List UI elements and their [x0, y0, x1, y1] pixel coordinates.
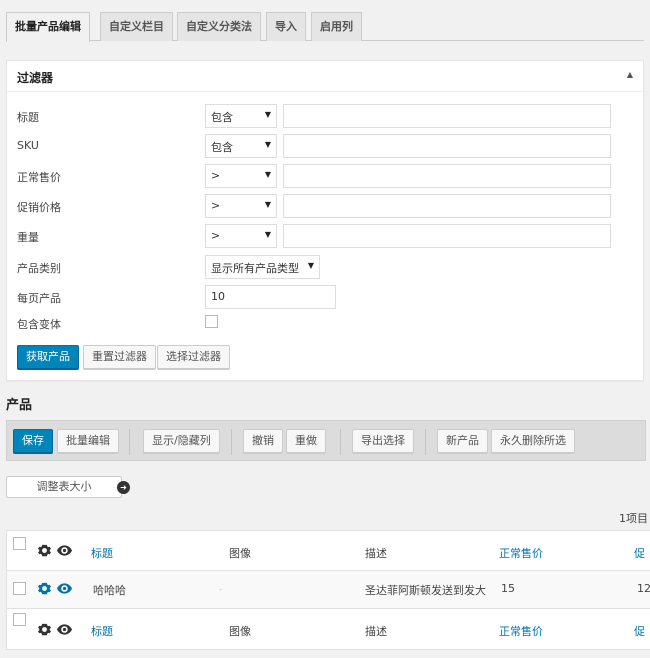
category-select[interactable]: 显示所有产品类型 ▼ — [205, 255, 320, 279]
eye-icon[interactable] — [57, 624, 72, 635]
column-header-description: 描述 — [365, 547, 387, 560]
reset-filters-button[interactable]: 重置过滤器 — [83, 345, 156, 369]
bulk-edit-button[interactable]: 批量编辑 — [57, 429, 119, 453]
eye-icon[interactable] — [57, 545, 72, 556]
products-toolbar: 保存 批量编辑 显示/隐藏列 撤销 重做 导出选择 新产品 永久删除所选 — [6, 420, 646, 461]
column-header-image: 图像 — [229, 547, 251, 560]
collapse-caret-icon[interactable]: ▲ — [627, 70, 633, 79]
column-header-title[interactable]: 标题 — [91, 545, 113, 561]
cell-description[interactable]: 圣达菲阿斯顿发送到发大 — [365, 582, 486, 598]
filter-row-per-page: 每页产品 10 — [17, 285, 637, 309]
resize-table-button[interactable]: 调整表大小 — [6, 476, 122, 498]
filter-value-input[interactable] — [283, 134, 611, 158]
gear-icon[interactable] — [38, 544, 51, 557]
tab-import[interactable]: 导入 — [266, 12, 306, 41]
cell-image[interactable]: - — [219, 585, 222, 594]
undo-button[interactable]: 撤销 — [243, 429, 283, 453]
column-header-image: 图像 — [229, 625, 251, 638]
per-page-input[interactable]: 10 — [205, 285, 336, 309]
filter-row-weight: 重量 > ▼ — [17, 224, 637, 248]
products-title: 产品 — [6, 398, 33, 413]
eye-icon[interactable] — [57, 583, 72, 594]
column-header-sale-price[interactable]: 促 — [634, 623, 645, 639]
tab-bulk-edit[interactable]: 批量产品编辑 — [6, 12, 90, 42]
filter-title: 过滤器 — [17, 71, 54, 85]
filter-operator-select[interactable]: > ▼ — [205, 194, 277, 218]
filter-label: 每页产品 — [17, 292, 61, 305]
column-header-description: 描述 — [365, 625, 387, 638]
export-selection-button[interactable]: 导出选择 — [352, 429, 414, 453]
toolbar-divider — [231, 429, 232, 455]
column-header-regular-price[interactable]: 正常售价 — [499, 623, 543, 639]
tab-custom-fields[interactable]: 自定义栏目 — [100, 12, 173, 41]
cell-sale-price[interactable]: 12 — [637, 582, 650, 595]
filter-row-variants: 包含变体 — [17, 313, 637, 337]
filter-label: 产品类别 — [17, 262, 61, 275]
table-row[interactable]: 哈哈哈 - 圣达菲阿斯顿发送到发大 15 12 — [7, 571, 650, 609]
toolbar-divider — [425, 429, 426, 455]
cell-title[interactable]: 哈哈哈 — [93, 582, 126, 598]
save-button[interactable]: 保存 — [13, 429, 53, 453]
filter-panel-header[interactable]: 过滤器 ▲ — [7, 61, 643, 92]
dropdown-arrow-icon: ▼ — [307, 261, 314, 270]
filter-operator-select[interactable]: > ▼ — [205, 164, 277, 188]
filter-row-title: 标题 包含 ▼ — [17, 104, 637, 128]
filter-label: 包含变体 — [17, 318, 61, 331]
tab-enable-columns[interactable]: 启用列 — [311, 12, 362, 41]
filter-row-sku: SKU 包含 ▼ — [17, 134, 637, 158]
dropdown-arrow-icon: ▼ — [264, 170, 271, 179]
select-all-checkbox[interactable] — [13, 613, 26, 626]
toolbar-divider — [340, 429, 341, 455]
show-hide-columns-button[interactable]: 显示/隐藏列 — [143, 429, 220, 453]
delete-selected-button[interactable]: 永久删除所选 — [491, 429, 575, 453]
dropdown-arrow-icon: ▼ — [264, 140, 271, 149]
filter-row-category: 产品类别 显示所有产品类型 ▼ — [17, 255, 637, 279]
filter-row-sale-price: 促销价格 > ▼ — [17, 194, 637, 218]
cell-regular-price[interactable]: 15 — [501, 582, 515, 595]
filter-label: 标题 — [17, 111, 39, 124]
filter-label: 促销价格 — [17, 201, 61, 214]
filter-value-input[interactable] — [283, 164, 611, 188]
dropdown-arrow-icon: ▼ — [264, 110, 271, 119]
column-header-regular-price[interactable]: 正常售价 — [499, 545, 543, 561]
dropdown-arrow-icon: ▼ — [264, 200, 271, 209]
gear-icon[interactable] — [38, 582, 51, 595]
toolbar-divider — [129, 429, 130, 455]
tab-bar: 批量产品编辑 自定义栏目 自定义分类法 导入 启用列 — [6, 12, 644, 42]
filter-label: 重量 — [17, 231, 39, 244]
column-header-title[interactable]: 标题 — [91, 623, 113, 639]
filter-value-input[interactable] — [283, 224, 611, 248]
arrow-right-circle-icon[interactable]: ➜ — [117, 481, 130, 494]
choose-filters-button[interactable]: 选择过滤器 — [157, 345, 230, 369]
filter-value-input[interactable] — [283, 104, 611, 128]
filter-value-input[interactable] — [283, 194, 611, 218]
item-count: 1项目 — [619, 512, 648, 525]
new-product-button[interactable]: 新产品 — [437, 429, 488, 453]
tab-custom-taxonomy[interactable]: 自定义分类法 — [177, 12, 261, 41]
column-header-sale-price[interactable]: 促 — [634, 545, 645, 561]
products-table: 标题 图像 描述 正常售价 促 哈哈哈 - 圣达菲阿斯顿发送到发大 15 12 … — [6, 530, 650, 650]
filter-row-regular-price: 正常售价 > ▼ — [17, 164, 637, 188]
dropdown-arrow-icon: ▼ — [264, 230, 271, 239]
redo-button[interactable]: 重做 — [286, 429, 326, 453]
include-variants-checkbox[interactable] — [205, 315, 218, 328]
filter-operator-select[interactable]: > ▼ — [205, 224, 277, 248]
filter-operator-select[interactable]: 包含 ▼ — [205, 134, 277, 158]
filter-operator-select[interactable]: 包含 ▼ — [205, 104, 277, 128]
table-footer-row: 标题 图像 描述 正常售价 促 — [7, 609, 650, 649]
filter-panel: 过滤器 ▲ 标题 包含 ▼ SKU 包含 ▼ 正常售价 > ▼ 促销价格 > ▼ 重量 … — [6, 60, 644, 381]
row-checkbox[interactable] — [13, 582, 26, 595]
filter-label: 正常售价 — [17, 171, 61, 184]
gear-icon[interactable] — [38, 623, 51, 636]
filter-label: SKU — [17, 139, 39, 152]
get-products-button[interactable]: 获取产品 — [17, 345, 79, 369]
select-all-checkbox[interactable] — [13, 537, 26, 550]
table-header-row: 标题 图像 描述 正常售价 促 — [7, 531, 650, 571]
